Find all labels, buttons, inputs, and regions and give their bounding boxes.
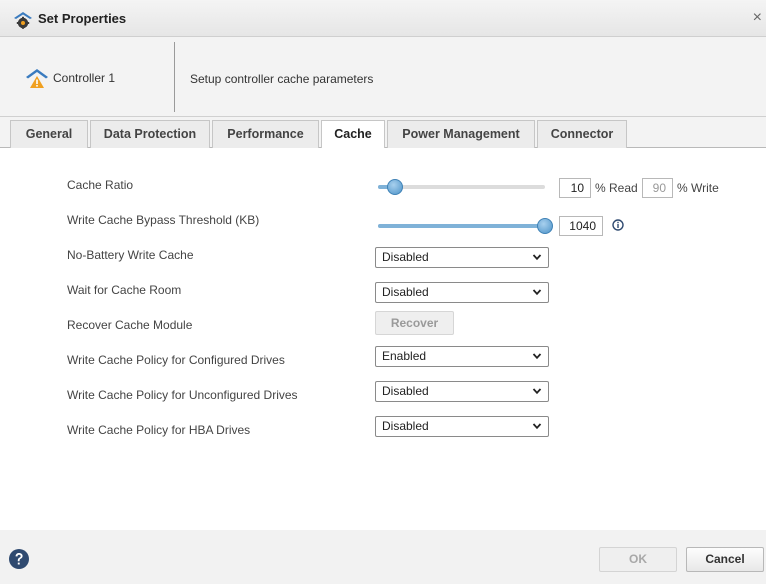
ok-button[interactable]: OK (599, 547, 677, 572)
policy-unconfigured-label: Write Cache Policy for Unconfigured Driv… (67, 388, 298, 402)
bypass-threshold-slider-fill (378, 224, 545, 228)
tab-general[interactable]: General (10, 120, 88, 148)
tab-power-management[interactable]: Power Management (387, 120, 535, 148)
dialog-title: Set Properties (38, 11, 127, 26)
gear-cloud-icon (14, 12, 32, 29)
policy-hba-value: Disabled (382, 419, 429, 433)
policy-unconfigured-value: Disabled (382, 384, 429, 398)
recover-cache-module-label: Recover Cache Module (67, 318, 193, 332)
tab-performance[interactable]: Performance (212, 120, 319, 148)
chevron-down-icon (532, 423, 542, 430)
chevron-down-icon (532, 353, 542, 360)
dialog-titlebar: Set Properties × (0, 0, 766, 37)
cache-read-percent-input[interactable]: 10 (559, 178, 591, 198)
wait-for-cache-room-label: Wait for Cache Room (67, 283, 182, 297)
header-divider (174, 42, 175, 112)
tab-data-protection[interactable]: Data Protection (90, 120, 210, 148)
bypass-threshold-input[interactable]: 1040 (559, 216, 603, 236)
info-icon[interactable] (612, 219, 624, 231)
dialog-header: Controller 1 Setup controller cache para… (0, 37, 766, 117)
policy-configured-label: Write Cache Policy for Configured Drives (67, 353, 285, 367)
close-icon[interactable]: × (753, 9, 762, 27)
read-percent-suffix: % Read (595, 181, 638, 195)
chevron-down-icon (532, 254, 542, 261)
controller-name: Controller 1 (53, 71, 116, 85)
cache-write-percent-input: 90 (642, 178, 673, 198)
dialog-footer: OK Cancel (0, 530, 766, 584)
cancel-button[interactable]: Cancel (686, 547, 764, 572)
write-percent-suffix: % Write (677, 181, 719, 195)
chevron-down-icon (532, 388, 542, 395)
no-battery-write-cache-select[interactable]: Disabled (375, 247, 549, 268)
tab-cache[interactable]: Cache (321, 120, 385, 149)
bypass-threshold-slider-thumb[interactable] (537, 218, 553, 234)
tab-strip: General Data Protection Performance Cach… (0, 117, 766, 149)
policy-configured-value: Enabled (382, 349, 427, 363)
wait-for-cache-room-value: Disabled (382, 285, 429, 299)
no-battery-write-cache-value: Disabled (382, 250, 429, 264)
policy-unconfigured-select[interactable]: Disabled (375, 381, 549, 402)
cache-settings-panel: Cache Ratio 10 % Read 90 % Write Write C… (0, 148, 766, 530)
header-description: Setup controller cache parameters (190, 72, 374, 86)
chevron-down-icon (532, 289, 542, 296)
tab-connector[interactable]: Connector (537, 120, 627, 148)
cache-ratio-slider[interactable] (378, 179, 545, 195)
help-icon[interactable] (8, 548, 30, 570)
wait-for-cache-room-select[interactable]: Disabled (375, 282, 549, 303)
controller-warning-icon (26, 69, 48, 88)
cache-ratio-slider-thumb[interactable] (386, 179, 403, 195)
policy-hba-label: Write Cache Policy for HBA Drives (67, 423, 251, 437)
cache-ratio-label: Cache Ratio (67, 178, 134, 192)
recover-button[interactable]: Recover (375, 311, 454, 335)
policy-hba-select[interactable]: Disabled (375, 416, 549, 437)
bypass-threshold-slider[interactable] (378, 218, 553, 234)
no-battery-write-cache-label: No-Battery Write Cache (67, 248, 194, 262)
bypass-threshold-label: Write Cache Bypass Threshold (KB) (67, 213, 260, 227)
policy-configured-select[interactable]: Enabled (375, 346, 549, 367)
